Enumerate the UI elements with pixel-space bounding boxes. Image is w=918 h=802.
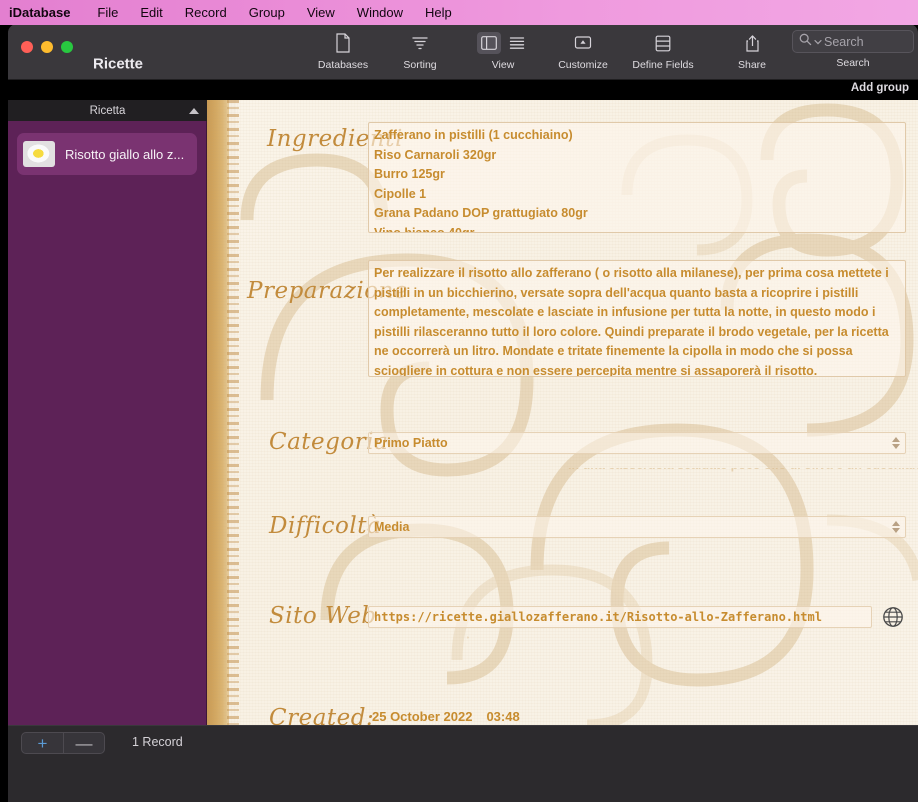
field-value-ingredienti[interactable]: Zafferano in pistilli (1 cucchiaino) Ris… — [368, 122, 906, 233]
field-row-created: Created: 25 October 2022 03:48 — [269, 705, 909, 725]
window-controls — [21, 41, 73, 53]
sort-lines-icon — [411, 30, 429, 56]
record-count-label: 1 Record — [132, 735, 183, 749]
field-row-difficolta: Difficoltà Media — [269, 513, 909, 539]
sidebar-header-title: Ricetta — [89, 104, 126, 117]
field-row-ingredienti: Ingredienti Zafferano in pistilli (1 cuc… — [267, 122, 907, 233]
customize-icon — [574, 30, 592, 56]
stepper-up-icon[interactable] — [892, 437, 900, 442]
view-list-icon[interactable] — [505, 32, 529, 54]
menu-item-file[interactable]: File — [86, 0, 129, 25]
menu-item-record[interactable]: Record — [174, 0, 238, 25]
stepper-up-icon[interactable] — [892, 521, 900, 526]
menu-item-help[interactable]: Help — [414, 0, 463, 25]
toolbar-button-databases[interactable]: Databases — [304, 30, 382, 71]
record-thumbnail — [23, 141, 55, 167]
toolbar-search-group: Search Search — [787, 30, 918, 69]
field-label-difficolta: Difficoltà — [269, 513, 382, 539]
maximize-button[interactable] — [61, 41, 73, 53]
app-screenshot: iDatabase File Edit Record Group View Wi… — [0, 0, 918, 802]
toolbar-button-share[interactable]: Share — [713, 30, 791, 71]
sort-ascending-icon[interactable] — [189, 107, 199, 114]
difficolta-selected-value: Media — [374, 520, 410, 534]
add-group-bar: Add group — [8, 80, 918, 100]
field-label-categoria: Categoria — [269, 429, 389, 455]
toolbar-label-share: Share — [737, 59, 767, 71]
stepper-down-icon[interactable] — [892, 444, 900, 449]
share-icon — [745, 30, 760, 56]
field-label-created: Created: — [269, 705, 375, 725]
toolbar-label-search: Search — [836, 57, 870, 69]
menu-bar: iDatabase File Edit Record Group View Wi… — [0, 0, 918, 25]
search-input[interactable]: Search — [792, 30, 914, 53]
list-item[interactable]: Risotto giallo allo z... — [17, 133, 197, 175]
add-record-button[interactable]: + — [22, 733, 63, 753]
field-label-sito-web: Sito Web — [269, 603, 377, 629]
field-row-categoria: Categoria Primo Piatto — [269, 429, 909, 455]
record-label: Risotto giallo allo z... — [65, 146, 185, 162]
toolbar-label-view: View — [491, 59, 515, 71]
globe-icon[interactable] — [882, 606, 904, 633]
field-value-preparazione[interactable]: Per realizzare il risotto allo zafferano… — [368, 260, 906, 377]
field-value-sito-web[interactable]: https://ricette.giallozafferano.it/Risot… — [368, 606, 872, 628]
toolbar-button-customize[interactable]: Customize — [544, 30, 622, 71]
app-window: Ricette Databases Sorting View Customize… — [8, 24, 918, 802]
bottom-bar: + — 1 Record — [8, 725, 918, 802]
menu-item-view[interactable]: View — [296, 0, 346, 25]
field-value-created-time: 03:48 — [486, 709, 520, 724]
window-title: Ricette — [93, 55, 144, 73]
field-row-sito-web: Sito Web https://ricette.giallozafferano… — [269, 603, 918, 633]
toolbar-button-view[interactable]: View — [467, 30, 539, 71]
view-split-icon[interactable] — [477, 32, 501, 54]
sidebar-header[interactable]: Ricetta — [8, 100, 207, 121]
document-icon — [335, 30, 351, 56]
paper-left-band — [207, 100, 229, 725]
menu-item-edit[interactable]: Edit — [129, 0, 173, 25]
search-placeholder: Search — [824, 34, 864, 49]
close-button[interactable] — [21, 41, 33, 53]
menu-item-window[interactable]: Window — [346, 0, 414, 25]
search-icon — [799, 33, 812, 51]
field-value-categoria[interactable]: Primo Piatto — [368, 432, 906, 454]
sidebar: Ricetta Risotto giallo allo z... — [8, 100, 207, 725]
view-segmented-control[interactable] — [477, 30, 529, 56]
difficolta-stepper-icon[interactable] — [892, 521, 900, 533]
menu-item-group[interactable]: Group — [238, 0, 296, 25]
paper-torn-edge — [227, 100, 239, 725]
toolbar-label-databases: Databases — [317, 59, 369, 71]
field-label-preparazione: Preparazione — [247, 278, 408, 304]
toolbar-button-sorting[interactable]: Sorting — [381, 30, 459, 71]
record-add-remove-control: + — — [21, 732, 105, 754]
add-group-button[interactable]: Add group — [851, 82, 909, 94]
field-value-difficolta[interactable]: Media — [368, 516, 906, 538]
toolbar-label-customize: Customize — [558, 59, 608, 71]
field-label-ingredienti: Ingredienti — [267, 126, 403, 152]
minimize-button[interactable] — [41, 41, 53, 53]
toolbar-label-define-fields: Define Fields — [632, 59, 694, 71]
toolbar-button-define-fields[interactable]: Define Fields — [624, 30, 702, 71]
field-value-created-date: 25 October 2022 — [372, 709, 473, 724]
chevron-down-icon[interactable] — [814, 33, 822, 51]
remove-record-button[interactable]: — — [63, 733, 104, 753]
stepper-down-icon[interactable] — [892, 528, 900, 533]
menu-item-idatabase[interactable]: iDatabase — [9, 0, 86, 25]
categoria-stepper-icon[interactable] — [892, 437, 900, 449]
window-toolbar: Ricette Databases Sorting View Customize… — [8, 24, 918, 80]
field-preparazione-clipped-line: In una casseruola scaldate poco olio di … — [568, 468, 918, 475]
categoria-selected-value: Primo Piatto — [374, 436, 448, 450]
toolbar-label-sorting: Sorting — [403, 59, 437, 71]
record-detail-panel: Ingredienti Zafferano in pistilli (1 cuc… — [207, 100, 918, 725]
define-fields-icon — [655, 30, 671, 56]
field-row-preparazione: Preparazione Per realizzare il risotto a… — [247, 260, 907, 377]
